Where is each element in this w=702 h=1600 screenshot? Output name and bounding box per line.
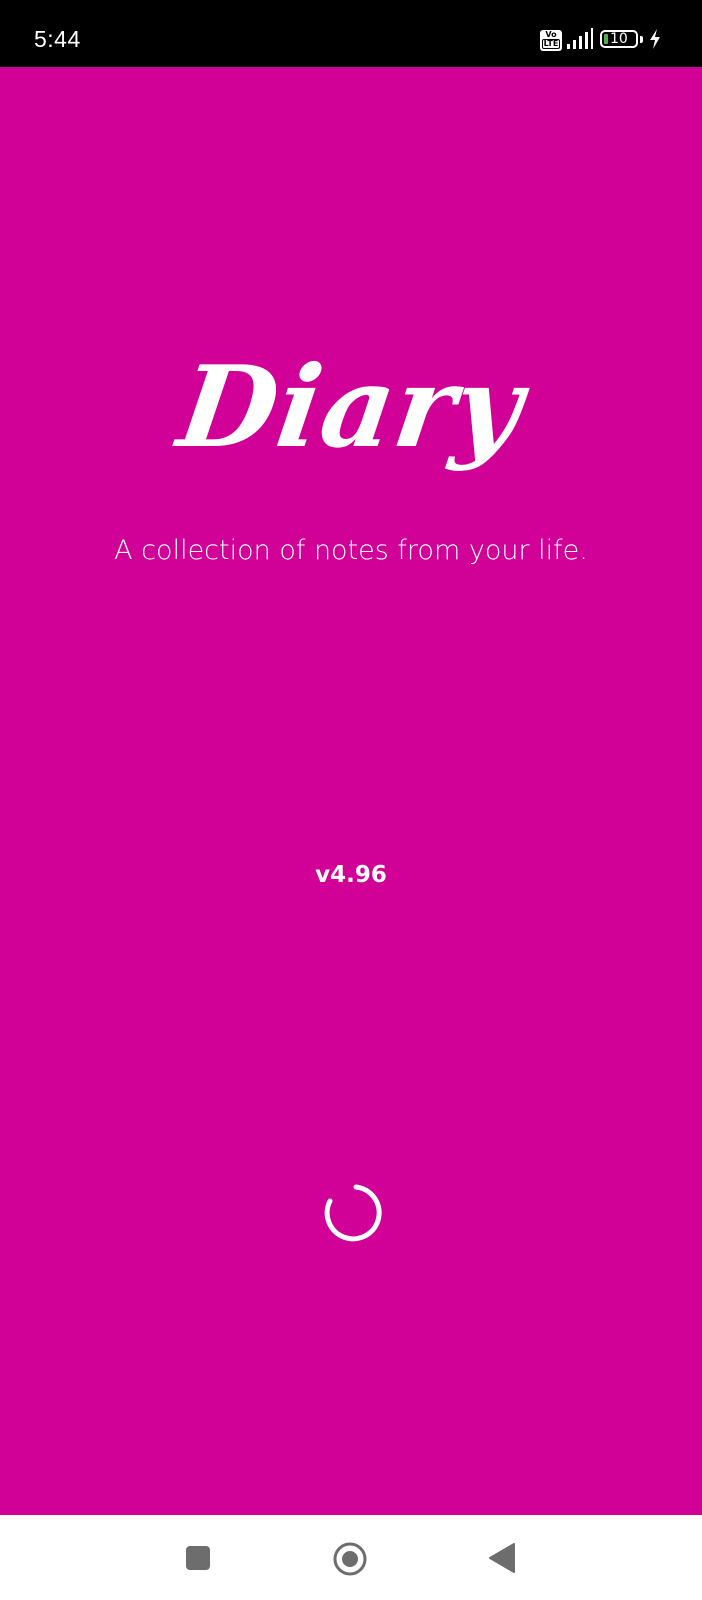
signal-icon	[567, 28, 593, 49]
lte-label: LTE	[542, 39, 560, 49]
volte-icon: Vo LTE	[540, 30, 562, 51]
status-bar: 5:44 Vo LTE 10	[0, 0, 702, 67]
recents-icon[interactable]	[186, 1546, 210, 1570]
battery-fill	[604, 34, 608, 44]
spinner-icon	[324, 1184, 382, 1242]
home-icon[interactable]	[332, 1541, 368, 1577]
splash-screen: Diary A collection of notes from your li…	[0, 67, 702, 1515]
version-label: v4.96	[315, 862, 387, 888]
battery-cap	[640, 36, 643, 43]
battery-icon: 10	[600, 30, 638, 48]
charging-icon	[650, 29, 660, 49]
battery-level: 10	[610, 31, 628, 47]
back-icon[interactable]	[488, 1542, 516, 1574]
navigation-bar	[0, 1515, 702, 1600]
volte-label: Vo	[545, 30, 557, 39]
status-time: 5:44	[34, 26, 81, 52]
app-logo: Diary	[171, 342, 531, 473]
tagline: A collection of notes from your life.	[114, 535, 588, 566]
